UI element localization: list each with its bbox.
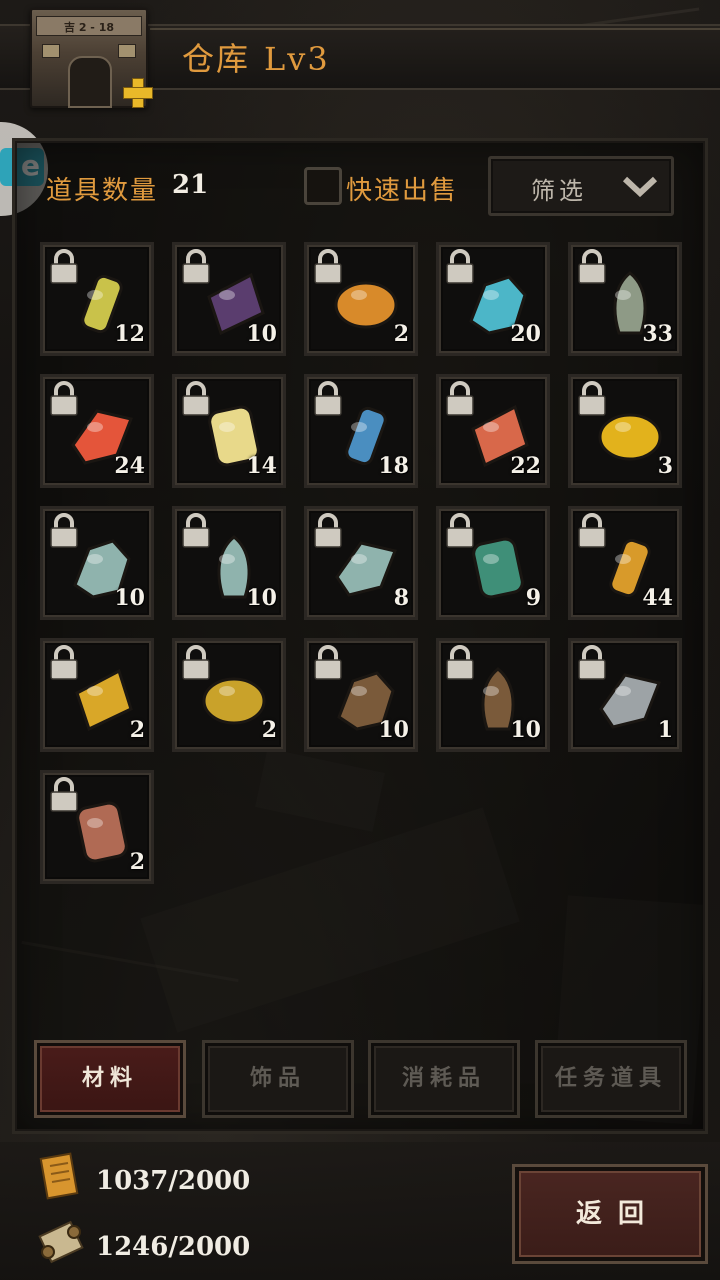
resource-map-value: 1246/2000 (96, 1232, 251, 1262)
tab-1[interactable]: 饰品 (202, 1040, 354, 1118)
item-slot[interactable]: 22 (436, 374, 550, 488)
gold-scroll-icon (39, 1152, 79, 1200)
building-roof: 吉 2 - 18 (36, 16, 142, 36)
item-slot[interactable]: 44 (568, 506, 682, 620)
silver-charm-icon (599, 673, 662, 729)
item-slot[interactable]: 24 (40, 374, 154, 488)
item-quantity: 3 (657, 453, 673, 479)
item-quantity: 9 (525, 585, 541, 611)
item-count-value: 21 (172, 170, 209, 200)
item-slot[interactable]: 2 (40, 770, 154, 884)
item-quantity: 2 (261, 717, 277, 743)
item-quantity: 1 (657, 717, 673, 743)
item-quantity: 2 (129, 849, 145, 875)
item-slot[interactable]: 14 (172, 374, 286, 488)
building-window (42, 44, 60, 58)
map-scroll-icon (38, 1220, 84, 1264)
item-slot[interactable]: 10 (40, 506, 154, 620)
item-slot[interactable]: 10 (436, 638, 550, 752)
item-quantity: 2 (393, 321, 409, 347)
item-slot[interactable]: 8 (304, 506, 418, 620)
item-slot[interactable]: 3 (568, 374, 682, 488)
item-quantity: 18 (378, 453, 409, 479)
emerald-ore-icon (472, 537, 524, 599)
quick-sell-checkbox[interactable] (304, 167, 342, 205)
item-slot[interactable]: 10 (304, 638, 418, 752)
building-window (118, 44, 136, 58)
resource-gold-value: 1037/2000 (96, 1166, 251, 1196)
item-count-label: 道具数量 (46, 176, 159, 206)
item-quantity: 8 (393, 585, 409, 611)
item-quantity: 10 (114, 585, 145, 611)
item-slot[interactable]: 10 (172, 506, 286, 620)
item-quantity: 14 (246, 453, 277, 479)
silver-ore-icon (335, 541, 398, 597)
item-quantity: 2 (129, 717, 145, 743)
tab-3[interactable]: 任务道具 (535, 1040, 687, 1118)
sos-bottle-icon (334, 281, 398, 329)
filter-dropdown[interactable]: 筛选 (488, 156, 674, 216)
back-button[interactable]: 返回 (512, 1164, 708, 1264)
item-slot[interactable]: 18 (304, 374, 418, 488)
filter-label: 筛选 (531, 177, 587, 205)
building-sign: 吉 2 - 18 (63, 21, 114, 34)
item-quantity: 33 (642, 321, 673, 347)
item-quantity: 24 (114, 453, 145, 479)
chevron-down-icon (622, 176, 658, 198)
item-slot[interactable]: 9 (436, 506, 550, 620)
level-text: Lv3 (264, 40, 330, 78)
header-divider (150, 28, 720, 30)
item-slot[interactable]: 12 (40, 242, 154, 356)
gold-gourd-icon (75, 668, 133, 732)
item-quantity: 12 (114, 321, 145, 347)
item-slot[interactable]: 33 (568, 242, 682, 356)
copper-tablet-icon (76, 801, 128, 863)
tab-2[interactable]: 消耗品 (368, 1040, 520, 1118)
item-quantity: 10 (246, 321, 277, 347)
item-quantity: 44 (642, 585, 673, 611)
item-quantity: 10 (510, 717, 541, 743)
item-quantity: 22 (510, 453, 541, 479)
page-title: 仓库 Lv3 (182, 34, 330, 80)
gold-scroll-icon (598, 413, 662, 461)
item-quantity: 10 (378, 717, 409, 743)
item-slot[interactable]: 2 (172, 638, 286, 752)
building-door (68, 56, 112, 108)
gold-turtle-icon (202, 677, 266, 725)
item-slot[interactable]: 20 (436, 242, 550, 356)
item-slot[interactable]: 10 (172, 242, 286, 356)
quick-sell-label[interactable]: 快速出售 (346, 170, 458, 207)
tab-0[interactable]: 材料 (34, 1040, 186, 1118)
item-slot[interactable]: 2 (40, 638, 154, 752)
plus-icon[interactable] (121, 76, 153, 108)
item-quantity: 10 (246, 585, 277, 611)
item-quantity: 20 (510, 321, 541, 347)
title-text: 仓库 (182, 40, 251, 78)
item-slot[interactable]: 1 (568, 638, 682, 752)
item-slot[interactable]: 2 (304, 242, 418, 356)
